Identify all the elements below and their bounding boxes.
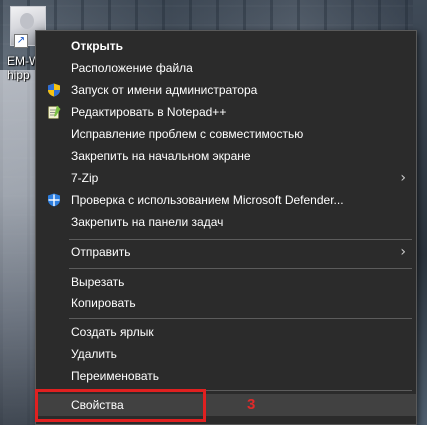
menu-separator — [69, 239, 412, 240]
menu-separator — [69, 318, 412, 319]
menu-item-pin-to-taskbar[interactable]: Закрепить на панели задач — [36, 211, 416, 233]
menu-item-label: Отправить — [71, 245, 131, 259]
menu-item-label: Создать ярлык — [71, 325, 154, 339]
annotation-step-number: 3 — [247, 396, 256, 413]
menu-item-label: Закрепить на панели задач — [71, 215, 224, 229]
menu-item-label: Расположение файла — [71, 61, 193, 75]
menu-separator — [69, 268, 412, 269]
menu-item-label: Копировать — [71, 296, 136, 310]
menu-item-label: 7-Zip — [71, 171, 99, 185]
menu-item-label: Исправление проблем с совместимостью — [71, 127, 304, 141]
menu-item-open-file-location[interactable]: Расположение файла — [36, 57, 416, 79]
menu-item-run-as-admin[interactable]: Запуск от имени администратора — [36, 79, 416, 101]
uac-shield-icon — [48, 83, 60, 97]
menu-item-label: Закрепить на начальном экране — [71, 149, 251, 163]
menu-item-defender-scan[interactable]: Проверка с использованием Microsoft Defe… — [36, 189, 416, 211]
notepadpp-icon — [48, 105, 61, 119]
context-menu: Открыть Расположение файла Запуск от име… — [35, 30, 417, 425]
menu-item-open[interactable]: Открыть — [36, 35, 416, 57]
menu-item-label: Переименовать — [71, 369, 159, 383]
annotation-highlight-box — [35, 389, 206, 422]
menu-item-label: Вырезать — [71, 275, 125, 289]
menu-item-cut[interactable]: Вырезать — [36, 271, 416, 293]
menu-item-delete[interactable]: Удалить — [36, 343, 416, 365]
menu-item-label: Проверка с использованием Microsoft Defe… — [71, 193, 344, 207]
menu-item-label: Редактировать в Notepad++ — [71, 105, 227, 119]
menu-item-troubleshoot-compat[interactable]: Исправление проблем с совместимостью — [36, 123, 416, 145]
menu-item-copy[interactable]: Копировать — [36, 292, 416, 314]
menu-item-7zip[interactable]: 7-Zip › — [36, 167, 416, 189]
menu-item-label: Удалить — [71, 347, 117, 361]
menu-item-rename[interactable]: Переименовать — [36, 365, 416, 387]
shortcut-arrow-icon: ↗ — [14, 34, 28, 48]
menu-item-edit-notepadpp[interactable]: Редактировать в Notepad++ — [36, 101, 416, 123]
menu-item-label: Запуск от имени администратора — [71, 83, 258, 97]
menu-item-label: Открыть — [71, 39, 124, 53]
menu-item-create-shortcut[interactable]: Создать ярлык — [36, 321, 416, 343]
defender-icon — [48, 193, 60, 207]
submenu-chevron-icon: › — [400, 170, 406, 186]
menu-item-send-to[interactable]: Отправить › — [36, 241, 416, 263]
menu-item-pin-to-start[interactable]: Закрепить на начальном экране — [36, 145, 416, 167]
submenu-chevron-icon: › — [400, 244, 406, 260]
